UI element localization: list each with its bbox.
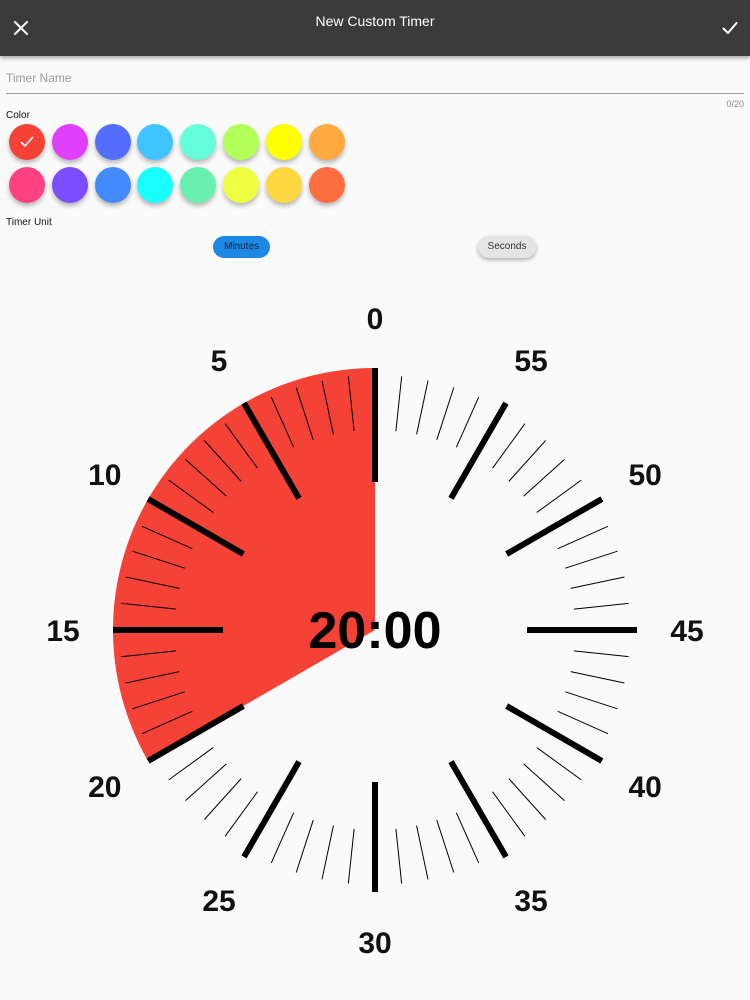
dial-label: 30 [358, 927, 391, 960]
minor-tick [570, 671, 625, 684]
minor-tick [416, 825, 429, 880]
minor-tick [395, 828, 403, 884]
character-counter: 0/20 [726, 99, 744, 109]
minor-tick [565, 691, 618, 710]
minor-tick [557, 525, 609, 550]
app-bar: New Custom Timer [0, 0, 750, 56]
minor-tick [204, 778, 242, 820]
dial-label: 35 [514, 885, 547, 918]
dial-label: 45 [670, 615, 703, 648]
dial-label: 40 [629, 771, 662, 804]
minor-tick [295, 820, 314, 873]
color-swatch[interactable] [265, 124, 302, 160]
dial-label: 20 [88, 771, 121, 804]
minor-tick [270, 812, 295, 864]
minutes-toggle[interactable]: Minutes [213, 236, 270, 258]
minor-tick [185, 763, 227, 801]
dial-label: 25 [202, 885, 235, 918]
minor-tick [557, 710, 609, 735]
confirm-button[interactable] [716, 14, 744, 42]
minor-tick [573, 602, 629, 610]
color-swatch[interactable] [94, 124, 131, 160]
color-swatch[interactable] [265, 167, 302, 203]
dial-label: 15 [46, 615, 79, 648]
minor-tick [565, 550, 618, 569]
color-swatch[interactable] [137, 124, 174, 160]
color-swatch[interactable] [51, 124, 88, 160]
minor-tick [508, 778, 546, 820]
color-swatch[interactable] [308, 124, 345, 160]
timer-display: 20:00 [309, 602, 442, 660]
major-tick [505, 496, 604, 557]
dial-label: 55 [514, 345, 547, 378]
seconds-toggle[interactable]: Seconds [478, 236, 536, 258]
minor-tick [536, 747, 582, 781]
minor-tick [523, 763, 565, 801]
minor-tick [455, 396, 480, 448]
page-title: New Custom Timer [315, 13, 435, 29]
color-swatch[interactable] [223, 124, 259, 160]
minor-tick [436, 820, 455, 873]
minor-tick [321, 825, 334, 880]
color-swatch[interactable] [94, 167, 131, 203]
minor-tick [455, 812, 480, 864]
minor-tick [168, 747, 214, 781]
dial-label: 5 [211, 345, 228, 378]
minor-tick [436, 387, 455, 440]
dial-label: 10 [88, 459, 121, 492]
timer-unit-label: Timer Unit [6, 217, 52, 228]
check-icon [20, 136, 34, 147]
minor-tick [570, 576, 625, 589]
color-swatch[interactable] [180, 124, 217, 160]
minor-tick [224, 791, 258, 837]
color-swatch[interactable] [9, 167, 45, 203]
timer-name-input[interactable] [6, 66, 744, 90]
color-label: Color [6, 110, 30, 121]
color-swatch[interactable] [308, 167, 345, 203]
timer-dial[interactable]: 0 55 50 45 40 35 30 25 20 15 10 5 20:00 [0, 280, 750, 980]
color-swatch[interactable] [51, 167, 88, 203]
minor-tick [508, 440, 546, 482]
minor-tick [492, 791, 526, 837]
color-swatch[interactable] [137, 167, 174, 203]
minor-tick [492, 423, 526, 469]
major-tick [448, 760, 509, 859]
minor-tick [395, 376, 403, 432]
minor-tick [536, 479, 582, 513]
timer-name-field[interactable] [6, 66, 744, 94]
color-swatch[interactable] [223, 167, 259, 203]
minor-tick [523, 459, 565, 497]
minor-tick [416, 380, 429, 435]
color-swatch[interactable] [180, 167, 217, 203]
check-icon [722, 22, 738, 34]
minor-tick [347, 828, 355, 884]
color-swatch[interactable] [9, 124, 45, 160]
dial-label: 0 [367, 303, 384, 336]
major-tick [505, 703, 604, 764]
dial-label: 50 [629, 459, 662, 492]
major-tick [448, 401, 509, 500]
major-tick [241, 760, 302, 859]
minor-tick [573, 650, 629, 658]
